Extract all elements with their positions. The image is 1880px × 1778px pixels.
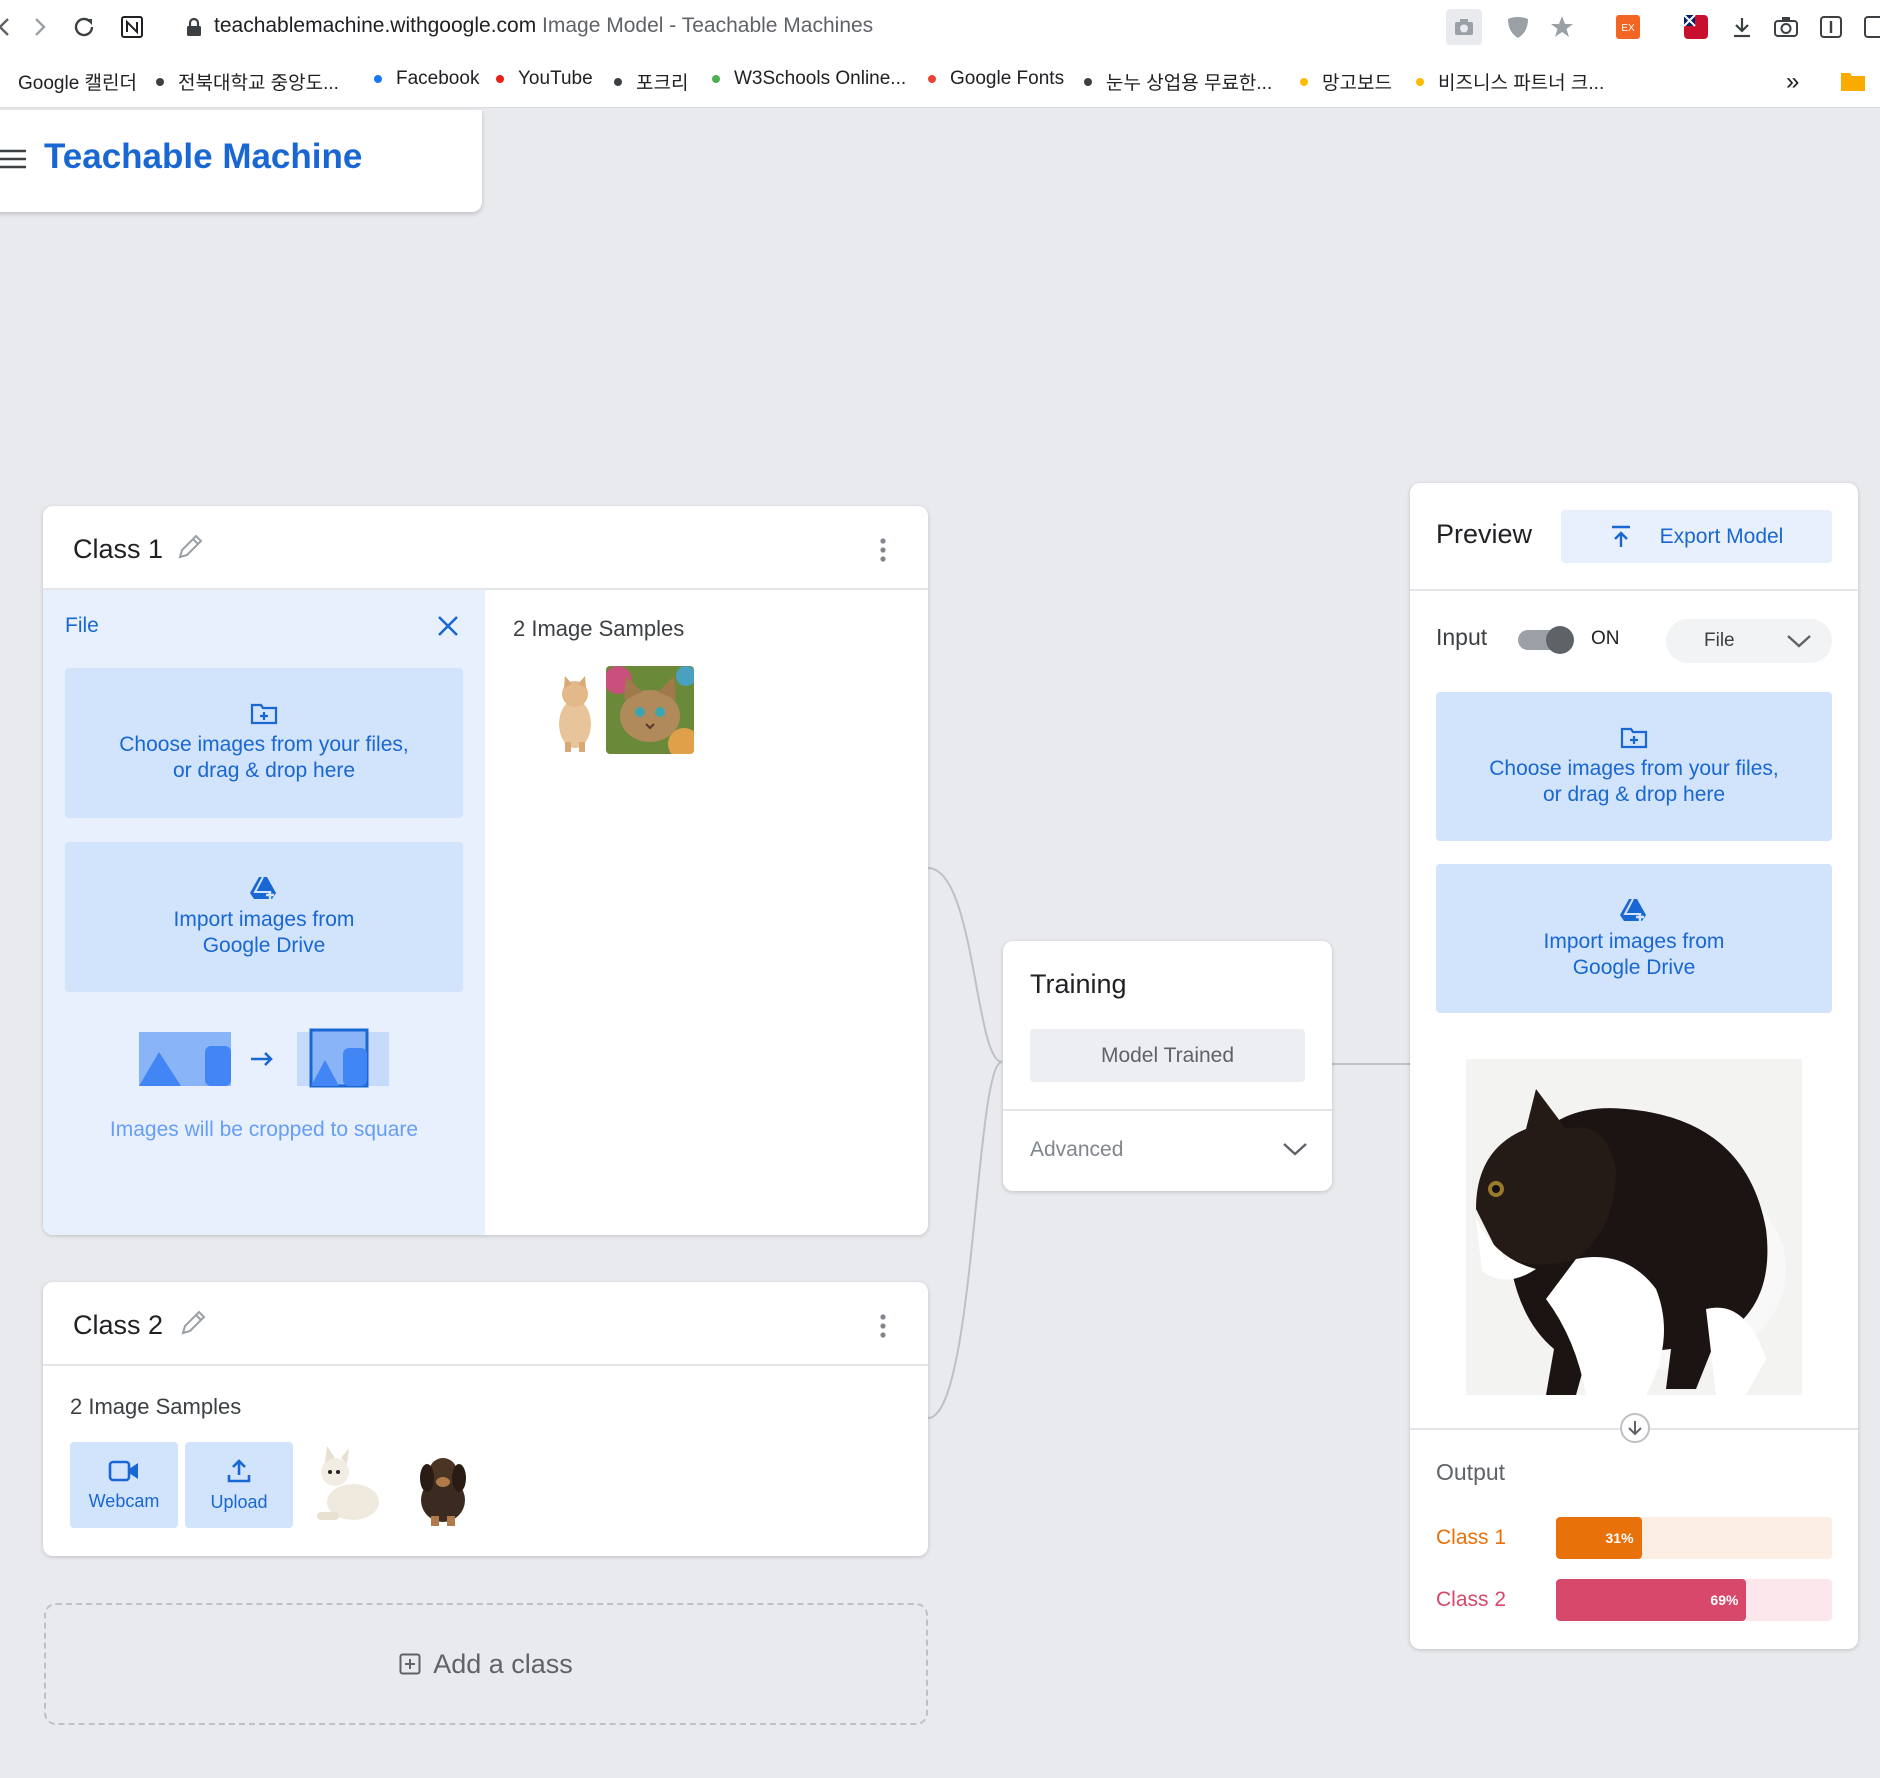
- export-label: Export Model: [1659, 524, 1784, 548]
- drive-text-line1: Import images from: [1543, 929, 1725, 953]
- add-class-button[interactable]: Add a class: [44, 1603, 928, 1725]
- file-upload-panel: File Choose images from your files, or d…: [43, 590, 485, 1235]
- dropzone-text-line2: or drag & drop here: [172, 759, 356, 782]
- more-options-icon[interactable]: [868, 530, 898, 570]
- preview-input-image: [1466, 1059, 1802, 1395]
- output-percent: 31%: [1605, 1530, 1634, 1546]
- output-bar-fill: 69%: [1556, 1579, 1747, 1621]
- input-label: Input: [1436, 624, 1488, 650]
- google-drive-import-button[interactable]: Import images from Google Drive: [1436, 864, 1832, 1013]
- class-name[interactable]: Class 2: [73, 1310, 163, 1341]
- add-box-icon: [399, 1653, 421, 1675]
- arrow-down-icon: [1620, 1413, 1650, 1443]
- choose-files-dropzone[interactable]: Choose images from your files, or drag &…: [65, 668, 463, 818]
- google-drive-icon: [1620, 898, 1646, 921]
- drive-text-line2: Google Drive: [202, 934, 326, 957]
- input-toggle[interactable]: [1518, 626, 1574, 654]
- card-divider: [43, 1364, 928, 1366]
- google-drive-import-button[interactable]: Import images from Google Drive: [65, 842, 463, 992]
- preview-card: Preview Export Model Input ON File Choos…: [1410, 483, 1858, 1649]
- crop-note: Images will be cropped to square: [109, 1118, 419, 1141]
- folder-add-icon: [1620, 727, 1648, 748]
- training-card: Training Model Trained Advanced: [1003, 941, 1332, 1191]
- samples-count: 2 Image Samples: [70, 1394, 242, 1419]
- chevron-down-icon[interactable]: [1282, 1141, 1308, 1157]
- upload-icon: [227, 1458, 251, 1482]
- toggle-state: ON: [1591, 628, 1620, 649]
- output-bar-track: 69%: [1556, 1579, 1832, 1621]
- export-upload-icon: [1611, 525, 1630, 547]
- output-class-label: Class 2: [1436, 1588, 1507, 1611]
- edit-pencil-icon[interactable]: [175, 532, 205, 562]
- class-card-1: Class 1 File Choose images from your fil…: [43, 506, 928, 1235]
- add-class-label: Add a class: [433, 1648, 573, 1679]
- edit-pencil-icon[interactable]: [178, 1308, 208, 1338]
- dropzone-text-line1: Choose images from your files,: [1489, 756, 1779, 780]
- class-name[interactable]: Class 1: [73, 534, 163, 565]
- google-drive-icon: [250, 876, 276, 899]
- output-bar-track: 31%: [1556, 1517, 1832, 1559]
- sample-thumbnail-dog-2[interactable]: [399, 1442, 487, 1530]
- dropzone-text-line2: or drag & drop here: [1542, 782, 1726, 806]
- chevron-down-icon: [1787, 635, 1811, 648]
- choose-files-dropzone[interactable]: Choose images from your files, or drag &…: [1436, 692, 1832, 841]
- output-class-label: Class 1: [1436, 1526, 1507, 1549]
- crop-illustration-icon: [139, 1028, 389, 1090]
- sample-thumbnail-cat-2[interactable]: [606, 666, 694, 754]
- more-options-icon[interactable]: [868, 1306, 898, 1346]
- card-divider: [1410, 589, 1858, 591]
- select-value: File: [1704, 630, 1735, 651]
- webcam-button[interactable]: Webcam: [70, 1442, 178, 1528]
- webcam-icon: [108, 1460, 138, 1481]
- close-icon[interactable]: [436, 614, 460, 638]
- output-title: Output: [1436, 1459, 1506, 1485]
- drive-text-line2: Google Drive: [1572, 955, 1696, 979]
- export-model-button[interactable]: Export Model: [1561, 510, 1832, 563]
- dropzone-text-line1: Choose images from your files,: [119, 733, 409, 756]
- upload-button[interactable]: Upload: [185, 1442, 293, 1528]
- card-divider: [1003, 1109, 1332, 1111]
- train-model-button[interactable]: Model Trained: [1030, 1029, 1305, 1082]
- class-card-2: Class 2 2 Image Samples Webcam Upload: [43, 1282, 928, 1556]
- output-percent: 69%: [1710, 1592, 1739, 1608]
- drive-text-line1: Import images from: [173, 908, 355, 931]
- training-title: Training: [1030, 969, 1127, 999]
- output-bar-fill: 31%: [1556, 1517, 1642, 1559]
- panel-title: File: [65, 614, 99, 637]
- advanced-toggle[interactable]: Advanced: [1030, 1138, 1123, 1162]
- webcam-label: Webcam: [88, 1490, 160, 1511]
- upload-label: Upload: [210, 1491, 268, 1512]
- input-source-select[interactable]: File: [1666, 619, 1832, 663]
- samples-count: 2 Image Samples: [513, 616, 685, 641]
- preview-title: Preview: [1436, 519, 1533, 549]
- sample-thumbnail-dog-1[interactable]: [305, 1442, 393, 1530]
- folder-add-icon: [250, 703, 278, 725]
